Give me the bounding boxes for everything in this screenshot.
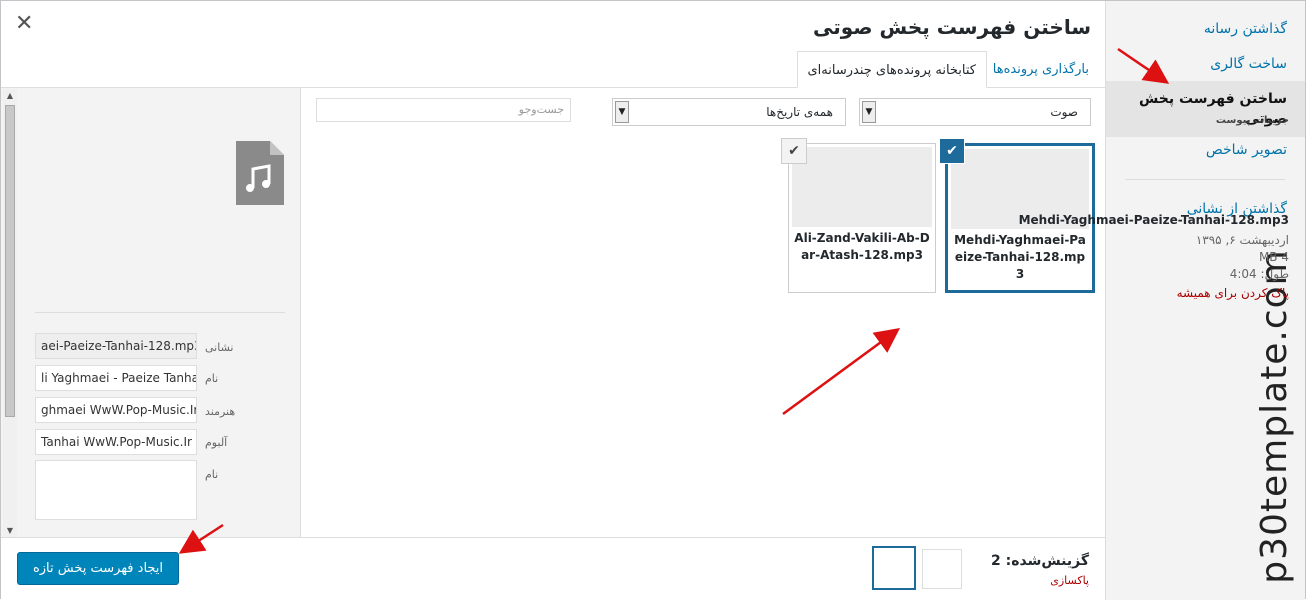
selection-count: گزینش‌شده: 2 [991, 553, 1089, 569]
details-length: طول: 4:04 [1229, 267, 1289, 281]
tab-media-library[interactable]: کتابخانه پرونده‌های چندرسانه‌ای [796, 51, 987, 88]
menu-item-featured-image[interactable]: تصویر شاخص [1106, 142, 1305, 158]
caption-textarea[interactable] [35, 460, 197, 520]
menu-item-create-gallery[interactable]: ساخت گالری [1106, 56, 1305, 72]
type-filter-value: صوت [1050, 105, 1078, 119]
media-router-menu: گذاشتن رسانه ساخت گالری ساختن فهرست پخش … [1105, 1, 1305, 600]
tab-upload-files[interactable]: بارگذاری پرونده‌ها [983, 51, 1099, 88]
scroll-down-icon[interactable]: ▼ [4, 526, 16, 535]
menu-separator [1125, 179, 1285, 180]
date-filter-value: همه‌ی تاریخ‌ها [766, 105, 833, 119]
search-input[interactable]: جست‌وجو [316, 98, 571, 122]
type-filter-select[interactable]: صوت ▼ [859, 98, 1091, 126]
delete-permanently-link[interactable]: پاک کردن برای همیشه [1177, 286, 1289, 300]
scroll-up-icon[interactable]: ▲ [4, 91, 16, 100]
caption-label: نام [205, 468, 219, 481]
album-label: آلبوم [205, 436, 228, 449]
details-file-size: 4 MB [1258, 250, 1289, 264]
attachment-filename: Ali-Zand-Vakili-Ab-Dar-Atash-128.mp3 [794, 231, 930, 262]
selection-thumbnail[interactable] [922, 549, 962, 589]
attachment-filename: Mehdi-Yaghmaei-Paeize-Tanhai-128.mp3 [954, 233, 1086, 281]
clear-selection-link[interactable]: پاکسازی [1050, 574, 1089, 587]
details-separator [35, 312, 285, 313]
artist-field[interactable]: ghmaei WwW.Pop-Music.Ir [35, 397, 197, 423]
close-icon[interactable]: ✕ [15, 11, 33, 36]
annotation-arrow [782, 328, 901, 416]
artist-label: هنرمند [205, 405, 236, 418]
create-playlist-button[interactable]: ایجاد فهرست پخش تازه [17, 552, 179, 585]
checkmark-icon[interactable]: ✔ [939, 138, 965, 164]
watermark: p30template.com [1249, 249, 1299, 584]
modal-title: ساختن فهرست پخش صوتی [812, 15, 1091, 39]
selection-thumbnail-active[interactable] [872, 546, 916, 590]
scrollbar-thumb[interactable] [5, 105, 15, 417]
media-modal: گذاشتن رسانه ساخت گالری ساختن فهرست پخش … [0, 0, 1306, 600]
audio-file-icon [236, 141, 284, 205]
checkmark-icon[interactable]: ✔ [781, 138, 807, 164]
url-label: نشانی [205, 341, 234, 354]
date-filter-select[interactable]: همه‌ی تاریخ‌ها ▼ [612, 98, 846, 126]
menu-item-create-audio-playlist[interactable]: ساختن فهرست پخش صوتی [1106, 81, 1305, 137]
details-heading: جزییات پیوست [1215, 115, 1289, 126]
title-field[interactable]: li Yaghmaei - Paeize Tanhai [35, 365, 197, 391]
menu-item-insert-media[interactable]: گذاشتن رسانه [1106, 21, 1305, 37]
album-field[interactable]: Tanhai WwW.Pop-Music.Ir [35, 429, 197, 455]
url-field[interactable]: aei-Paeize-Tanhai-128.mp3 [35, 333, 197, 359]
details-upload-date: اردیبهشت ۶, ۱۳۹۵ [1195, 233, 1289, 247]
chevron-down-icon: ▼ [862, 101, 876, 123]
attachment-thumbnail [792, 147, 932, 227]
details-filename: Mehdi-Yaghmaei-Paeize-Tanhai-128.mp3 [1018, 213, 1289, 227]
title-label: نام [205, 372, 219, 385]
attachment-tile[interactable]: Ali-Zand-Vakili-Ab-Dar-Atash-128.mp3 [788, 143, 936, 293]
chevron-down-icon: ▼ [615, 101, 629, 123]
details-scrollbar[interactable]: ▲ ▼ [3, 89, 17, 537]
